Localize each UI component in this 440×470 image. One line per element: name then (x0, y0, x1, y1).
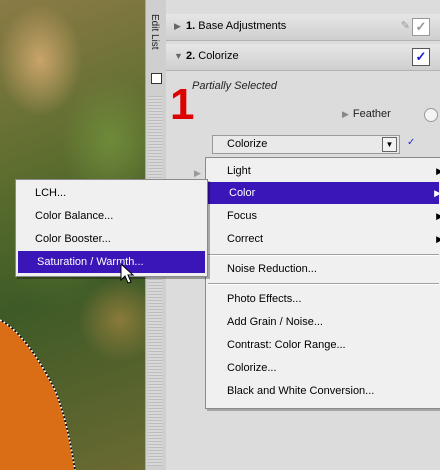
expand-triangle-icon: ▶ (342, 109, 349, 119)
submenu-item-lch[interactable]: LCH... (16, 182, 207, 204)
menu-item-label: Light (227, 165, 251, 177)
selected-subject (0, 319, 76, 470)
colorize-header[interactable]: ▼ 2. Colorize ✓ (166, 44, 440, 71)
filter-menu: Light ▶ Color ▶ Focus ▶ Correct ▶ Noise … (205, 157, 440, 409)
colorize-label: Colorize (198, 50, 239, 62)
menu-item-label: Color Booster... (35, 233, 111, 245)
colorize-select-value: Colorize (227, 138, 268, 150)
menu-separator (208, 283, 439, 285)
menu-item-label: Correct (227, 233, 264, 245)
submenu-arrow-icon: ▶ (436, 166, 440, 176)
menu-item-label: Color (229, 187, 256, 199)
base-adjustments-header[interactable]: ▶ 1. Base Adjustments ✎ ✓ (166, 14, 440, 41)
menu-item-color[interactable]: Color ▶ (208, 182, 440, 204)
menu-item-label: Color Balance... (35, 210, 114, 222)
step-number: 1. (186, 20, 196, 32)
base-adjustments-check-icon[interactable]: ✓ (412, 18, 430, 36)
submenu-item-color-balance[interactable]: Color Balance... (16, 205, 207, 227)
menu-item-label: Add Grain / Noise... (227, 316, 323, 328)
expand-triangle-icon[interactable]: ▶ (174, 21, 181, 32)
menu-item-label: Black and White Conversion... (227, 385, 375, 397)
step-number: 2. (186, 50, 196, 62)
mouse-pointer-icon (120, 263, 135, 284)
menu-item-label: Noise Reduction... (227, 263, 317, 275)
submenu-arrow-icon: ▶ (436, 211, 440, 221)
feather-label: Feather (352, 108, 391, 120)
collapse-icon[interactable] (151, 73, 162, 84)
menu-item-black-white[interactable]: Black and White Conversion... (206, 380, 440, 402)
check-icon[interactable]: ✓ (407, 137, 415, 148)
menu-item-photo-effects[interactable]: Photo Effects... (206, 288, 440, 310)
menu-item-colorize[interactable]: Colorize... (206, 357, 440, 379)
feather-toggle[interactable]: ▶ Feather (342, 108, 391, 120)
strip-grip[interactable] (148, 96, 162, 466)
menu-separator (208, 254, 439, 256)
color-submenu: LCH... Color Balance... Color Booster...… (15, 179, 208, 277)
menu-item-light[interactable]: Light ▶ (206, 160, 440, 182)
feather-radio[interactable] (424, 108, 438, 122)
edit-pencil-icon[interactable]: ✎ (401, 19, 410, 32)
submenu-item-saturation-warmth[interactable]: Saturation / Warmth... (18, 251, 205, 273)
colorize-enable-checkbox[interactable]: ✓ (412, 48, 430, 66)
submenu-item-color-booster[interactable]: Color Booster... (16, 228, 207, 250)
menu-item-noise-reduction[interactable]: Noise Reduction... (206, 258, 440, 280)
dropdown-arrow-icon[interactable]: ▼ (382, 137, 397, 152)
base-adjustments-label: Base Adjustments (198, 20, 287, 32)
colorize-select[interactable]: Colorize ▼ (212, 135, 400, 154)
edit-list-label: Edit List (149, 14, 160, 50)
annotation-number: 1 (170, 80, 195, 129)
menu-item-contrast-color-range[interactable]: Contrast: Color Range... (206, 334, 440, 356)
menu-item-label: LCH... (35, 187, 67, 199)
menu-item-label: Colorize... (227, 362, 277, 374)
submenu-arrow-icon: ▶ (434, 188, 440, 198)
menu-item-focus[interactable]: Focus ▶ (206, 205, 440, 227)
menu-item-add-grain[interactable]: Add Grain / Noise... (206, 311, 440, 333)
menu-item-label: Photo Effects... (227, 293, 302, 305)
collapse-triangle-icon[interactable]: ▼ (174, 51, 183, 61)
menu-item-label: Focus (227, 210, 257, 222)
menu-item-label: Contrast: Color Range... (227, 339, 346, 351)
submenu-arrow-icon: ▶ (436, 234, 440, 244)
menu-item-correct[interactable]: Correct ▶ (206, 228, 440, 250)
partially-selected-text: Partially Selected (192, 80, 277, 92)
expand-triangle-icon[interactable]: ▶ (194, 168, 201, 179)
